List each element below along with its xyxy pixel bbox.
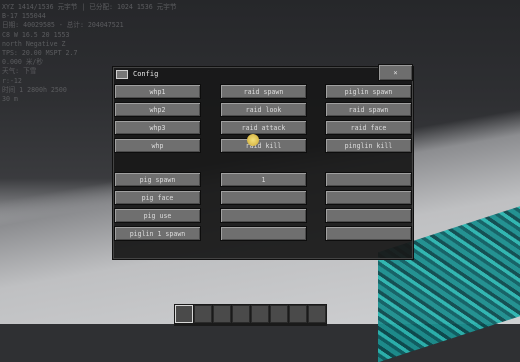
config-button[interactable]: raid spawn — [220, 84, 307, 99]
hotbar-slot[interactable] — [232, 305, 250, 323]
window-icon — [116, 69, 128, 79]
hotbar-slot[interactable] — [213, 305, 231, 323]
config-button[interactable]: piglin spawn — [325, 84, 412, 99]
dialog-titlebar: Config — [113, 67, 413, 81]
config-button[interactable]: whp3 — [114, 120, 201, 135]
config-button[interactable] — [220, 190, 307, 205]
config-button[interactable] — [325, 172, 412, 187]
debug-line: 日期: 40029585 - 总计: 204047521 — [2, 21, 124, 30]
config-dialog: Config × whp1 whp2 whp3 whp pig spawn pig fac… — [112, 64, 414, 260]
config-button[interactable] — [325, 208, 412, 223]
hotbar-slot[interactable] — [270, 305, 288, 323]
config-button[interactable] — [325, 190, 412, 205]
mouse-cursor-icon — [247, 134, 259, 146]
hotbar-slot[interactable] — [251, 305, 269, 323]
debug-line: XYZ 1414/1536 元宇节 | 已分配: 1024 1536 元宇节 — [2, 3, 177, 11]
config-button[interactable]: raid kill — [220, 138, 307, 153]
config-button[interactable]: pinglin kill — [325, 138, 412, 153]
config-button[interactable]: whp2 — [114, 102, 201, 117]
config-button[interactable]: raid face — [325, 120, 412, 135]
config-button[interactable]: pig face — [114, 190, 201, 205]
config-button[interactable]: whp1 — [114, 84, 201, 99]
close-button[interactable]: × — [378, 64, 413, 81]
config-button[interactable]: 1 — [220, 172, 307, 187]
config-button[interactable]: raid attack — [220, 120, 307, 135]
hotbar-slot[interactable] — [175, 305, 193, 323]
debug-line: TPS: 20.00 MSPT 2.7 — [2, 49, 78, 58]
config-button[interactable] — [325, 226, 412, 241]
hotbar-slot[interactable] — [194, 305, 212, 323]
debug-line: C8 W 16.5 20 1553 — [2, 30, 70, 39]
config-button[interactable]: raid spawn — [325, 102, 412, 117]
config-button[interactable]: piglin 1 spawn — [114, 226, 201, 241]
config-button[interactable] — [220, 208, 307, 223]
config-button[interactable]: whp — [114, 138, 201, 153]
config-button[interactable]: pig use — [114, 208, 201, 223]
config-button[interactable]: raid look — [220, 102, 307, 117]
hotbar-slot[interactable] — [308, 305, 326, 323]
dialog-title: Config — [133, 70, 159, 78]
hotbar — [174, 304, 327, 326]
hotbar-slot[interactable] — [289, 305, 307, 323]
config-button[interactable]: pig spawn — [114, 172, 201, 187]
config-button[interactable] — [220, 226, 307, 241]
debug-line: north Negative Z — [2, 39, 66, 48]
